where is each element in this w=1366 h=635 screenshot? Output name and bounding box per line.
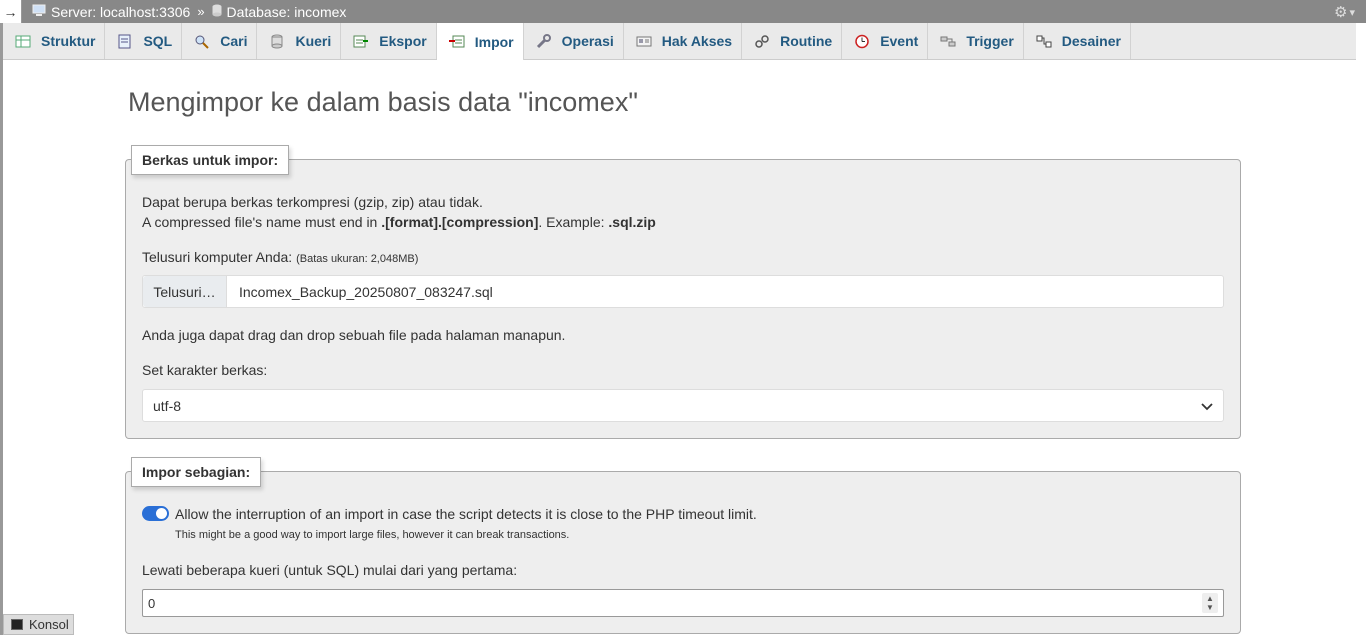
tab-ekspor[interactable]: Ekspor <box>341 23 437 59</box>
compression-description: Dapat berupa berkas terkompresi (gzip, z… <box>142 194 483 210</box>
routine-icon <box>753 33 771 49</box>
tab-hak-akses[interactable]: Hak Akses <box>624 23 743 59</box>
export-icon <box>352 33 370 49</box>
page-title: Mengimpor ke dalam basis data "incomex" <box>128 87 638 117</box>
database-icon <box>212 4 222 20</box>
tab-operasi[interactable]: Operasi <box>524 23 624 59</box>
allow-interrupt-toggle[interactable] <box>142 506 169 521</box>
compression-format-note: A compressed file's name must end in .[f… <box>142 214 656 230</box>
browse-label: Telusuri komputer Anda: <box>142 249 293 265</box>
breadcrumb-database[interactable]: Database: incomex <box>212 4 347 20</box>
tab-event[interactable]: Event <box>842 23 929 59</box>
charset-selected-value: utf-8 <box>153 397 182 414</box>
search-icon <box>193 33 211 49</box>
skip-queries-input[interactable]: 0 ▲ ▼ <box>142 589 1224 617</box>
browse-button[interactable]: Telusuri… <box>143 276 227 307</box>
console-label: Konsol <box>29 617 69 632</box>
file-import-fieldset: Berkas untuk impor: Dapat berupa berkas … <box>125 145 1241 439</box>
main-content: Mengimpor ke dalam basis data "incomex" … <box>3 60 1356 635</box>
file-import-legend: Berkas untuk impor: <box>131 145 290 175</box>
settings-buttons[interactable]: ⚙ ▾ <box>1334 3 1358 21</box>
charset-select[interactable]: utf-8 <box>142 389 1224 422</box>
spinner-down-icon[interactable]: ▼ <box>1206 603 1214 612</box>
console-toggle-button[interactable]: Konsol <box>3 614 74 635</box>
designer-icon <box>1035 33 1053 49</box>
wrench-icon <box>535 33 553 49</box>
chevron-down-icon <box>1201 398 1213 414</box>
tab-kueri[interactable]: Kueri <box>257 23 342 59</box>
tab-label: Cari <box>220 33 248 49</box>
tab-cari[interactable]: Cari <box>182 23 258 59</box>
chevron-icon[interactable]: ▾ <box>1349 6 1355 19</box>
structure-icon <box>14 33 32 49</box>
selected-file-name: Incomex_Backup_20250807_083247.sql <box>239 283 493 300</box>
tab-struktur[interactable]: Struktur <box>3 23 106 59</box>
spinner-up-icon[interactable]: ▲ <box>1206 594 1214 603</box>
tab-label: Event <box>880 33 919 49</box>
tab-label: SQL <box>143 33 173 49</box>
tab-desainer[interactable]: Desainer <box>1024 23 1131 59</box>
toggle-knob <box>156 508 167 519</box>
charset-label: Set karakter berkas: <box>142 362 268 378</box>
server-icon <box>32 4 46 20</box>
gear-icon[interactable]: ⚙ <box>1334 3 1347 21</box>
tab-label: Trigger <box>966 33 1014 49</box>
tab-impor[interactable]: Impor <box>436 23 524 60</box>
tab-label: Operasi <box>561 33 614 49</box>
tab-sql[interactable]: SQL <box>105 23 183 59</box>
tab-label: Hak Akses <box>661 33 733 49</box>
tab-label: Struktur <box>41 33 96 49</box>
breadcrumb-server[interactable]: Server: localhost:3306 <box>32 4 190 20</box>
drag-drop-hint: Anda juga dapat drag dan drop sebuah fil… <box>142 327 566 343</box>
size-limit: (Batas ukuran: 2,048MB) <box>296 253 419 265</box>
top-breadcrumb-bar: → Server: localhost:3306 » Database: inc… <box>0 0 1366 23</box>
number-spinner[interactable]: ▲ ▼ <box>1202 593 1218 613</box>
breadcrumb-server-label[interactable]: Server: localhost:3306 <box>51 4 190 20</box>
breadcrumb-separator: » <box>197 4 205 19</box>
collapse-navigation-button[interactable]: → <box>0 0 22 23</box>
tab-label: Desainer <box>1061 33 1121 49</box>
tab-label: Routine <box>780 33 833 49</box>
format-note-mid: . Example: <box>538 214 609 230</box>
tab-label: Ekspor <box>379 33 427 49</box>
tab-routine[interactable]: Routine <box>742 23 843 59</box>
file-input[interactable]: Telusuri… Incomex_Backup_20250807_083247… <box>142 275 1224 308</box>
breadcrumb-database-label[interactable]: Database: incomex <box>227 4 347 20</box>
sql-icon <box>116 33 134 49</box>
format-note-example: .sql.zip <box>608 214 656 230</box>
trigger-icon <box>939 33 957 49</box>
import-icon <box>448 34 466 50</box>
console-icon <box>11 619 23 630</box>
skip-queries-value: 0 <box>148 595 156 611</box>
partial-import-legend: Impor sebagian: <box>131 457 262 487</box>
tab-label: Impor <box>474 33 514 50</box>
interrupt-hint: This might be a good way to import large… <box>175 529 570 541</box>
database-tabs: Struktur SQL Cari Kueri Ekspor Impor Ope… <box>3 23 1356 60</box>
format-note-prefix: A compressed file's name must end in <box>142 214 382 230</box>
query-icon <box>268 33 286 49</box>
allow-interrupt-label[interactable]: Allow the interruption of an import in c… <box>175 506 757 522</box>
format-note-format: .[format].[compression] <box>381 214 539 230</box>
tab-label: Kueri <box>295 33 332 49</box>
clock-icon <box>853 33 871 49</box>
tab-trigger[interactable]: Trigger <box>928 23 1024 59</box>
browse-label-row: Telusuri komputer Anda: (Batas ukuran: 2… <box>142 249 418 265</box>
skip-queries-label: Lewati beberapa kueri (untuk SQL) mulai … <box>142 562 518 578</box>
partial-import-fieldset: Impor sebagian: Allow the interruption o… <box>125 457 1241 634</box>
privileges-icon <box>635 33 653 49</box>
